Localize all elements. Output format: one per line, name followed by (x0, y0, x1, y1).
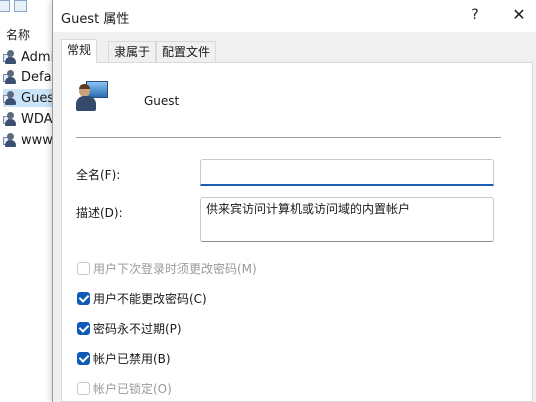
user-icon (3, 49, 18, 65)
user-icon (3, 90, 18, 106)
list-item[interactable]: Admi (3, 48, 54, 66)
checkbox-box[interactable] (77, 261, 90, 275)
user-icon (3, 69, 18, 85)
user-icon (3, 111, 18, 127)
checkbox-label: 帐户已禁用(B) (93, 351, 171, 366)
help-button[interactable]: ? (465, 5, 485, 25)
checkbox-label: 帐户已锁定(O) (93, 381, 172, 396)
list-item-label: Admi (21, 49, 55, 65)
user-icon (3, 132, 18, 148)
checkbox-box[interactable] (77, 351, 90, 365)
checkbox-box[interactable] (77, 291, 90, 305)
tab-profile[interactable]: 配置文件 (156, 41, 217, 62)
dialog-title: Guest 属性 (61, 12, 130, 27)
title-bar[interactable]: Guest 属性 ? ✕ (53, 0, 536, 32)
checkbox-label: 用户下次登录时须更改密码(M) (93, 261, 257, 276)
list-item[interactable]: Guest (3, 89, 59, 107)
list-item-label: WDA (21, 111, 53, 127)
account-locked-checkbox[interactable]: 帐户已锁定(O) (77, 380, 172, 396)
list-item[interactable]: www. (3, 131, 56, 149)
list-item[interactable]: WDA (3, 110, 53, 128)
account-disabled-checkbox[interactable]: 帐户已禁用(B) (77, 350, 171, 366)
close-button[interactable]: ✕ (508, 5, 530, 25)
fullname-input[interactable] (200, 159, 494, 186)
user-icon (76, 79, 110, 113)
description-input[interactable]: 供来宾访问计算机或访问域的内置帐户 (200, 197, 494, 242)
description-label: 描述(D): (76, 206, 123, 220)
toolbar-icon[interactable] (14, 0, 27, 12)
tab-general[interactable]: 常规 (61, 39, 98, 63)
toolbar-icon[interactable] (0, 0, 10, 12)
properties-dialog: Guest 属性 ? ✕ 常规 隶属于 配置文件 Guest 全名(F): 描述… (52, 0, 536, 402)
general-tab-panel: Guest 全名(F): 描述(D): 供来宾访问计算机或访问域的内置帐户 用户… (61, 62, 533, 402)
background-toolbar (0, 0, 52, 14)
checkbox-label: 用户不能更改密码(C) (93, 291, 207, 306)
must-change-password-checkbox[interactable]: 用户下次登录时须更改密码(M) (77, 260, 257, 276)
background-user-list: 名称 Admi Defau Guest WDA www. (0, 0, 60, 402)
fullname-label: 全名(F): (76, 168, 121, 182)
cannot-change-password-checkbox[interactable]: 用户不能更改密码(C) (77, 290, 207, 306)
password-never-expires-checkbox[interactable]: 密码永不过期(P) (77, 320, 182, 336)
list-item-label: www. (21, 132, 56, 148)
checkbox-box[interactable] (77, 381, 90, 395)
separator (76, 137, 501, 138)
user-name: Guest (144, 94, 180, 108)
column-header-name[interactable]: 名称 (6, 26, 30, 43)
tab-member-of[interactable]: 隶属于 (108, 41, 157, 62)
checkbox-label: 密码永不过期(P) (93, 321, 182, 336)
checkbox-box[interactable] (77, 321, 90, 335)
